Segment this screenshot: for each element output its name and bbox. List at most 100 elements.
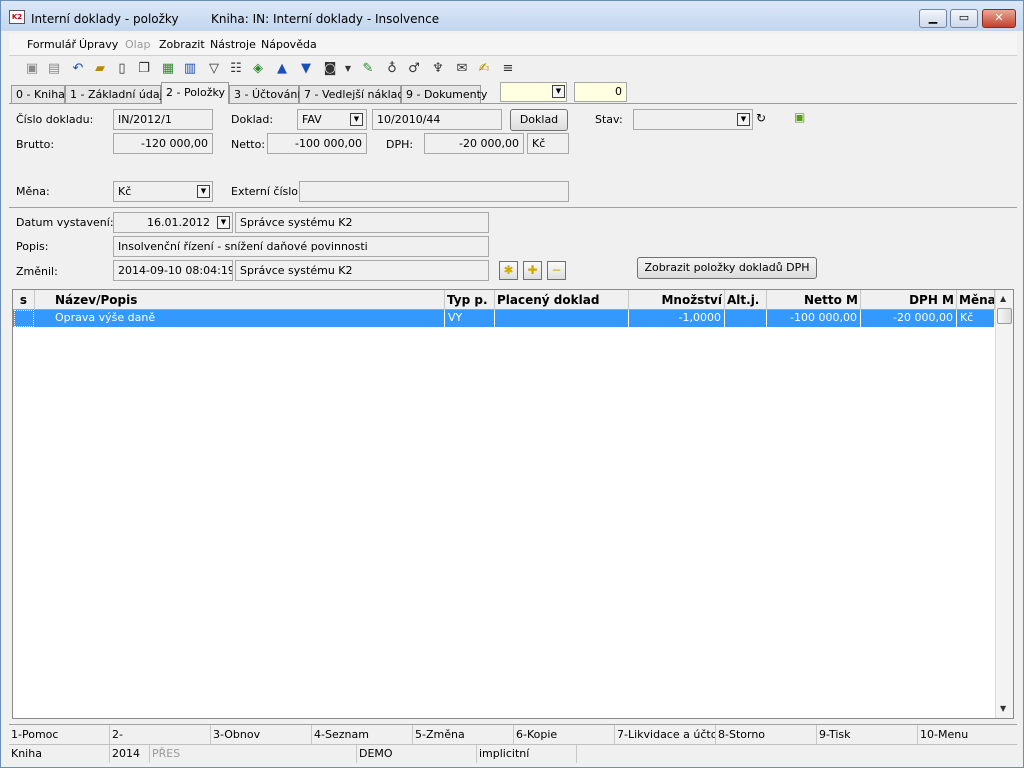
table-row[interactable]: Oprava výše daně VY -1,0000 -100 000,00 … (13, 310, 995, 327)
save-icon[interactable]: ▣ (23, 60, 41, 78)
row-s-cell[interactable] (14, 310, 34, 327)
doklad-number-field[interactable]: 10/2010/44 (372, 109, 502, 130)
minimize-button[interactable]: ▁ (919, 9, 947, 28)
row-netto-cell[interactable]: -100 000,00 (767, 310, 861, 327)
tag-icon[interactable]: ✎ (359, 60, 377, 78)
externi-cislo-field[interactable] (299, 181, 569, 202)
history-icon[interactable]: ↻ (756, 111, 766, 125)
fkey-5-zmena[interactable]: 5-Změna (413, 725, 514, 744)
datum-user-field: Správce systému K2 (235, 212, 489, 233)
menu-formular[interactable]: Formulář (27, 38, 76, 51)
col-placeny-doklad[interactable]: Placený doklad (495, 290, 629, 310)
search-replace-icon[interactable]: ♆ (429, 60, 447, 78)
zmenil-user-field: Správce systému K2 (235, 260, 489, 281)
col-dph-m[interactable]: DPH M (861, 290, 957, 310)
row-altj-cell[interactable] (725, 310, 767, 327)
new-document-icon[interactable]: ▯ (113, 60, 131, 78)
maximize-button[interactable]: ▭ (950, 9, 978, 28)
scroll-up-icon[interactable]: ▲ (1000, 294, 1006, 303)
save-all-icon[interactable]: ▤ (45, 60, 63, 78)
zmenil-date-field: 2014-09-10 08:04:19 (113, 260, 233, 281)
col-mnozstvi[interactable]: Množství (629, 290, 725, 310)
dph-currency-field: Kč (527, 133, 569, 154)
externi-cislo-label: Externí číslo: (231, 185, 302, 198)
filter-icon[interactable]: ▽ (205, 60, 223, 78)
star-remove-icon[interactable]: − (547, 261, 566, 280)
datum-vystaveni-label: Datum vystavení: (16, 216, 114, 229)
show-dph-items-button[interactable]: Zobrazit položky dokladů DPH (637, 257, 817, 279)
tab-uctovani[interactable]: 3 - Účtování (229, 85, 300, 103)
col-mena[interactable]: Měna (957, 290, 995, 310)
row-nazev-cell[interactable]: Oprava výše daně (35, 310, 445, 327)
col-typ-p[interactable]: Typ p. (445, 290, 495, 310)
fkey-8-storno[interactable]: 8-Storno (716, 725, 817, 744)
status-bar: Kniha 2014 PŘES DEMO implicitní (9, 744, 1017, 763)
tab-zakladni-udaje[interactable]: 1 - Základní údaje (65, 85, 169, 103)
open-folder-icon[interactable]: ▰ (91, 60, 109, 78)
stav-dropdown-icon[interactable]: ▼ (737, 113, 750, 126)
datum-vystaveni-field[interactable]: 16.01.2012 (113, 212, 233, 233)
fkey-7-likvidace[interactable]: 7-Likvidace a účtová (615, 725, 716, 744)
menu-lines-icon[interactable]: ≡ (499, 60, 517, 78)
tab-vedlejsi-naklady[interactable]: 7 - Vedlejší náklady (299, 85, 411, 103)
undo-icon[interactable]: ↶ (69, 60, 87, 78)
col-alt-j[interactable]: Alt.j. (725, 290, 767, 310)
col-s[interactable]: s (13, 290, 35, 310)
camera-dropdown-icon[interactable]: ▼ (339, 60, 357, 78)
star-icon[interactable]: ✱ (499, 261, 518, 280)
stav-combo[interactable] (633, 109, 753, 130)
arrow-down-icon[interactable]: ▼ (297, 60, 315, 78)
arrow-up-icon[interactable]: ▲ (273, 60, 291, 78)
row-dph-cell[interactable]: -20 000,00 (861, 310, 957, 327)
copy-icon[interactable]: ❐ (135, 60, 153, 78)
menu-nastroje[interactable]: Nástroje (210, 38, 256, 51)
tab-filter-dropdown-icon[interactable]: ▼ (552, 85, 565, 98)
lock-open-icon: ▣ (794, 110, 806, 124)
stack-icon[interactable]: ◈ (249, 60, 267, 78)
tab-dokumenty[interactable]: 9 - Dokumenty (401, 85, 487, 103)
mena-dropdown-icon[interactable]: ▼ (197, 185, 210, 198)
scroll-thumb[interactable] (997, 308, 1012, 324)
row-typ-cell[interactable]: VY (445, 310, 495, 327)
k2-app-icon: K2 (9, 10, 25, 24)
camera-icon[interactable]: ◙ (321, 60, 339, 78)
filter-list-icon[interactable]: ☷ (227, 60, 245, 78)
menu-napoveda[interactable]: Nápověda (261, 38, 317, 51)
menu-olap[interactable]: Olap (125, 38, 150, 51)
grid-scrollbar[interactable]: ▲ ▼ (995, 290, 1013, 718)
mail-icon[interactable]: ✉ (453, 60, 471, 78)
scroll-down-icon[interactable]: ▼ (1000, 704, 1006, 713)
binoculars-icon[interactable]: ♁ (383, 60, 401, 78)
tab-polozky[interactable]: 2 - Položky (161, 82, 229, 104)
tab-kniha[interactable]: 0 - Kniha (11, 85, 65, 103)
close-button[interactable]: ✕ (982, 9, 1016, 28)
doklad-type-dropdown-icon[interactable]: ▼ (350, 113, 363, 126)
fkey-3-obnov[interactable]: 3-Obnov (211, 725, 312, 744)
datum-dropdown-icon[interactable]: ▼ (217, 216, 230, 229)
fkey-1-pomoc[interactable]: 1-Pomoc (9, 725, 110, 744)
menu-zobrazit[interactable]: Zobrazit (159, 38, 205, 51)
star-add-icon[interactable]: ✚ (523, 261, 542, 280)
tab-counter: 0 (574, 82, 627, 102)
fkey-9-tisk[interactable]: 9-Tisk (817, 725, 918, 744)
col-nazev-popis[interactable]: Název/Popis (35, 290, 445, 310)
row-mena-cell[interactable]: Kč (957, 310, 995, 327)
title-bar[interactable]: K2 Interní doklady - položky Kniha: IN: … (1, 1, 1023, 31)
zmenil-label: Změnil: (16, 265, 58, 278)
fkey-6-kopie[interactable]: 6-Kopie (514, 725, 615, 744)
popis-field[interactable]: Insolvenční řízení - snížení daňové povi… (113, 236, 489, 257)
row-placeny-cell[interactable] (495, 310, 629, 327)
fkey-10-menu[interactable]: 10-Menu (918, 725, 1017, 744)
brutto-label: Brutto: (16, 138, 55, 151)
menu-upravy[interactable]: Úpravy (79, 38, 118, 51)
notes-icon[interactable]: ✍ (475, 60, 493, 78)
fkey-2[interactable]: 2- (110, 725, 211, 744)
binoculars-next-icon[interactable]: ♂ (405, 60, 423, 78)
row-mnozstvi-cell[interactable]: -1,0000 (629, 310, 725, 327)
book-icon[interactable]: ▥ (181, 60, 199, 78)
col-netto-m[interactable]: Netto M (767, 290, 861, 310)
fkey-4-seznam[interactable]: 4-Seznam (312, 725, 413, 744)
doklad-button[interactable]: Doklad (510, 109, 568, 131)
cislo-dokladu-field[interactable]: IN/2012/1 (113, 109, 213, 130)
lock-icon[interactable]: ▦ (159, 60, 177, 78)
